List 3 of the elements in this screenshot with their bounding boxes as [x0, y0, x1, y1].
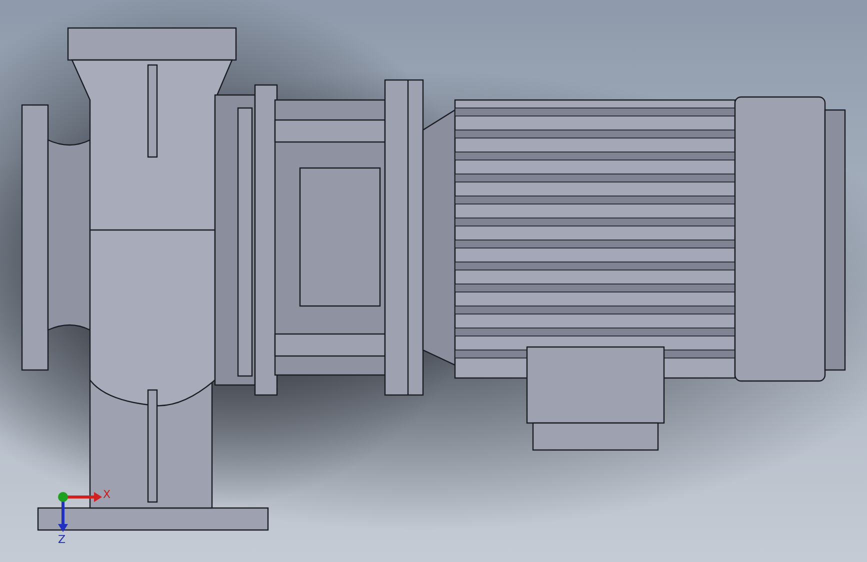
axis-label: X	[103, 488, 111, 501]
axis-label: Z	[58, 533, 66, 546]
axis-triad-icon	[58, 492, 102, 532]
